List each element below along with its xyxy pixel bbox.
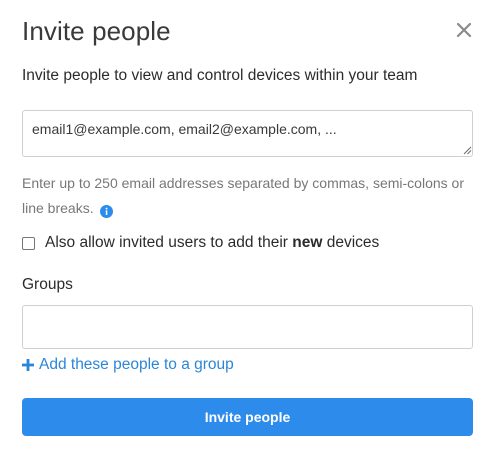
plus-icon: [22, 359, 34, 371]
close-icon[interactable]: [452, 18, 476, 42]
groups-input[interactable]: [22, 305, 473, 349]
add-to-group-label: Add these people to a group: [39, 356, 234, 373]
allow-new-devices-checkbox[interactable]: [22, 236, 35, 250]
email-hint: Enter up to 250 email addresses separate…: [22, 171, 477, 221]
invite-people-button[interactable]: Invite people: [22, 398, 473, 436]
invite-people-dialog: Invite people Invite people to view and …: [0, 0, 497, 457]
info-icon[interactable]: [99, 201, 113, 218]
allow-new-devices-label: Also allow invited users to add their ne…: [45, 234, 380, 251]
add-to-group-link[interactable]: Add these people to a group: [22, 356, 234, 374]
groups-label: Groups: [22, 276, 73, 293]
allow-new-devices-option[interactable]: Also allow invited users to add their ne…: [22, 234, 379, 252]
email-addresses-field[interactable]: [22, 110, 473, 157]
email-hint-text: Enter up to 250 email addresses separate…: [22, 175, 464, 216]
dialog-title: Invite people: [22, 16, 171, 46]
resize-grip-icon[interactable]: [462, 145, 472, 155]
dialog-description: Invite people to view and control device…: [22, 67, 418, 84]
